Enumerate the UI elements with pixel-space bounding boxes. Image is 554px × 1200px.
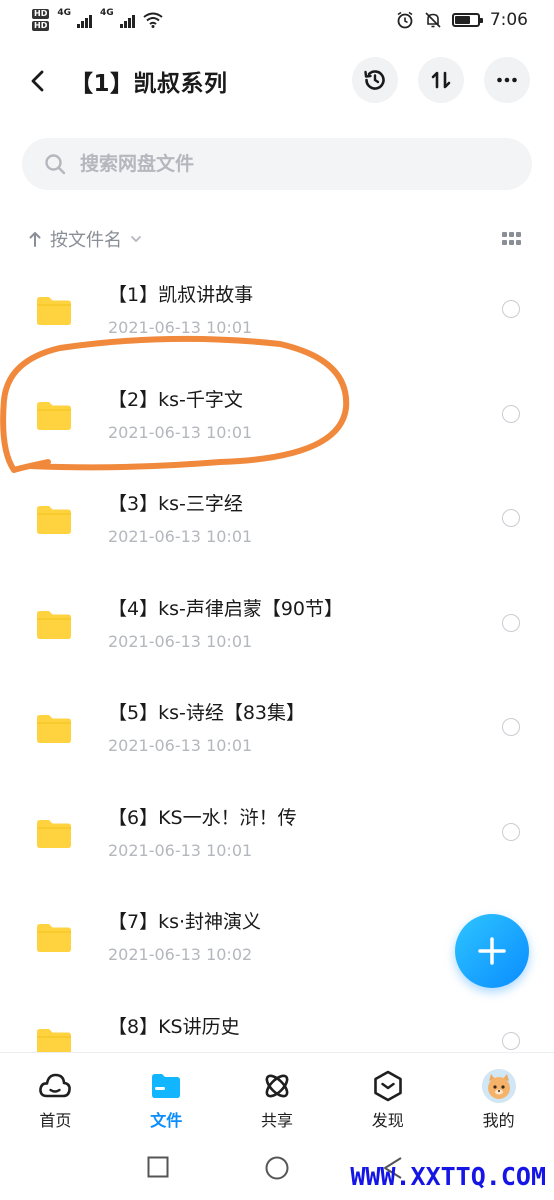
history-button[interactable] [352, 57, 398, 103]
sort-by-name-toggle[interactable]: 按文件名 [28, 226, 142, 252]
search-bar[interactable] [22, 138, 532, 190]
select-checkbox[interactable] [502, 1031, 520, 1050]
search-input[interactable] [80, 153, 480, 175]
nav-label-files: 文件 [150, 1111, 183, 1130]
file-date: 2021-06-13 10:01 [108, 736, 253, 755]
watermark: WWW.XXTTQ.COM [350, 1162, 546, 1191]
file-name: 【1】凯叔讲故事 [108, 284, 254, 306]
status-bar: HD HD 4G 4G 7:06 [0, 0, 554, 40]
file-name: 【5】ks-诗经【83集】 [108, 702, 306, 724]
file-row[interactable]: 【1】凯叔讲故事 2021-06-13 10:01 [0, 258, 554, 362]
recent-apps-button[interactable] [147, 1156, 169, 1178]
wifi-icon [143, 12, 163, 28]
alarm-icon [397, 11, 413, 29]
nav-item-profile[interactable]: 我的 [443, 1053, 554, 1136]
file-name: 【6】KS一水！浒！传 [108, 806, 297, 829]
arrow-up-icon [29, 232, 41, 247]
add-button[interactable] [455, 914, 529, 988]
select-checkbox[interactable] [502, 404, 520, 423]
nav-item-home[interactable]: 首页 [0, 1053, 111, 1136]
nav-label-discover: 发现 [371, 1111, 404, 1130]
nav-item-files[interactable]: 文件 [111, 1053, 222, 1136]
page-title: 【1】凯叔系列 [70, 71, 228, 97]
file-row[interactable]: 【2】ks-千字文 2021-06-13 10:01 [0, 363, 554, 467]
folder-icon [37, 715, 71, 743]
folder-icon [149, 1069, 183, 1103]
file-date: 2021-06-13 10:01 [108, 631, 253, 651]
status-time: 7:06 [489, 10, 528, 30]
folder-icon [37, 297, 71, 325]
chevron-down-icon [131, 236, 141, 243]
network-type-2: 4G [100, 8, 114, 18]
file-date: 2021-06-13 10:01 [108, 527, 253, 546]
sort-label: 按文件名 [50, 230, 122, 251]
hd-badge-1: HD [32, 9, 50, 19]
signal-icon [77, 12, 92, 28]
folder-icon [37, 924, 71, 952]
folder-icon [37, 819, 71, 848]
network-type-1: 4G [57, 8, 71, 18]
cloud-icon [38, 1069, 72, 1103]
folder-icon [37, 610, 71, 639]
file-date: 2021-06-13 10:02 [108, 945, 253, 964]
signal-icon [119, 12, 135, 28]
plus-icon [478, 937, 506, 965]
back-button[interactable] [22, 65, 54, 97]
hd-badge-2: HD [32, 21, 50, 31]
battery-icon [451, 13, 483, 27]
chevron-left-icon [31, 70, 44, 92]
file-row[interactable]: 【3】ks-三字经 2021-06-13 10:01 [0, 467, 554, 571]
file-row[interactable]: 【8】KS讲历史 [0, 990, 554, 1052]
file-name: 【8】KS讲历史 [108, 1015, 240, 1038]
file-row[interactable]: 【5】ks-诗经【83集】 2021-06-13 10:01 [0, 676, 554, 780]
nav-label-home: 首页 [39, 1111, 72, 1130]
select-checkbox[interactable] [502, 509, 520, 527]
more-button[interactable] [484, 57, 530, 103]
nav-label-profile: 我的 [482, 1111, 515, 1130]
select-checkbox[interactable] [502, 822, 520, 841]
select-checkbox[interactable] [502, 718, 520, 736]
file-date: 2021-06-13 10:01 [108, 318, 253, 337]
folder-icon [37, 506, 71, 534]
status-left: HD HD 4G 4G [32, 8, 163, 32]
history-icon [364, 70, 385, 90]
nav-item-discover[interactable]: 发现 [332, 1053, 443, 1136]
nav-item-share[interactable]: 共享 [222, 1053, 333, 1136]
avatar [481, 1069, 516, 1103]
sort-row: 按文件名 [0, 222, 554, 258]
file-name: 【2】ks-千字文 [108, 388, 243, 411]
top-app-bar: 【1】凯叔系列 [0, 52, 554, 110]
file-row[interactable]: 【4】ks-声律启蒙【90节】 2021-06-13 10:01 [0, 572, 554, 676]
search-icon [45, 154, 66, 175]
more-icon [497, 77, 517, 83]
select-checkbox[interactable] [502, 613, 520, 632]
discover-cube-icon [371, 1069, 405, 1103]
share-orbit-icon [260, 1069, 294, 1103]
select-checkbox[interactable] [502, 300, 520, 318]
file-date: 2021-06-13 10:01 [108, 422, 253, 442]
folder-icon [37, 1028, 71, 1052]
mute-bell-icon [425, 12, 441, 28]
folder-icon [37, 401, 71, 430]
sort-arrows-icon [431, 71, 451, 89]
home-button[interactable] [265, 1156, 289, 1180]
grid-view-icon[interactable] [502, 232, 522, 248]
file-row[interactable]: 【6】KS一水！浒！传 2021-06-13 10:01 [0, 781, 554, 885]
nav-label-share: 共享 [260, 1111, 293, 1130]
file-name: 【4】ks-声律启蒙【90节】 [108, 597, 344, 620]
file-name: 【7】ks·封神演义 [108, 911, 262, 933]
battery-level [454, 16, 470, 24]
file-name: 【3】ks-三字经 [108, 493, 243, 515]
status-right: 7:06 [396, 10, 528, 30]
sort-button[interactable] [418, 57, 464, 103]
bottom-navigation: 首页 文件 共享 发现 我的 [0, 1052, 554, 1136]
hd-indicator: HD HD [32, 8, 50, 32]
file-date: 2021-06-13 10:01 [108, 840, 253, 860]
